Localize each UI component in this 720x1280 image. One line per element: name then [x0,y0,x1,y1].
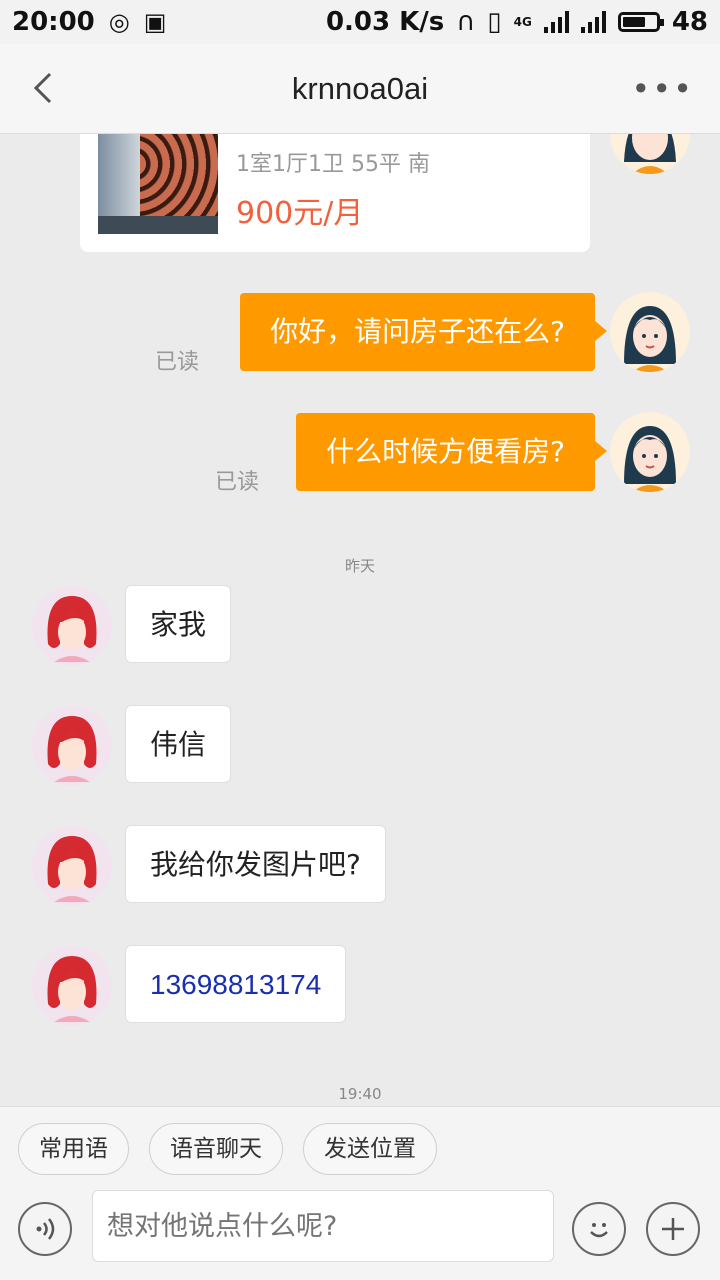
message-bubble-out[interactable]: 你好，请问房子还在么? [240,293,607,371]
headphones-icon: ∩ [456,7,476,37]
avatar-me[interactable] [610,292,690,372]
netease-icon: ◎ [108,8,130,36]
message-bubble-in[interactable]: 伟信 [125,705,232,783]
message-bubble-in[interactable]: 我给你发图片吧? [125,825,386,903]
avatar-other[interactable] [32,946,112,1026]
quick-phrases-button[interactable]: 常用语 [18,1122,129,1175]
send-location-button[interactable]: 发送位置 [303,1122,437,1175]
status-bar: 20:00 ◎ ▣ 0.03 K/s ∩ ▯ 4G 48 [0,0,720,44]
more-icon[interactable]: ••• [631,70,694,108]
chat-header: krnnoa0ai ••• [0,44,720,134]
chat-area[interactable]: 1室1厅1卫 55平 南 900元/月 已读 你好，请问房子还在么? 已读 什么… [0,134,720,1106]
vibrate-icon: ▯ [487,7,502,37]
emoji-icon[interactable] [572,1202,626,1256]
time-separator: 昨天 [344,557,375,575]
message-bubble-in[interactable]: 家我 [125,585,232,663]
avatar-me[interactable] [610,134,690,174]
quick-actions-bar: 常用语 语音聊天 发送位置 [0,1106,720,1190]
phone-number-link[interactable]: 13698813174 [125,945,347,1023]
signal-icon-2 [580,11,606,33]
image-notification-icon: ▣ [143,8,167,36]
message-bubble-out[interactable]: 什么时候方便看房? [296,413,607,491]
back-icon[interactable] [26,68,66,108]
input-bar [0,1190,720,1280]
battery-icon [617,12,664,32]
status-time: 20:00 [12,7,95,37]
listing-card[interactable]: 1室1厅1卫 55平 南 900元/月 [80,134,590,252]
message-input[interactable] [92,1190,554,1262]
signal-icon [543,11,569,33]
read-status: 已读 [155,350,200,375]
voice-input-icon[interactable] [18,1202,72,1256]
avatar-other[interactable] [32,586,112,666]
network-speed: 0.03 K/s [325,7,445,37]
plus-icon[interactable] [646,1202,700,1256]
avatar-me[interactable] [610,412,690,492]
avatar-other[interactable] [32,826,112,906]
voice-chat-button[interactable]: 语音聊天 [149,1122,283,1175]
chat-title: krnnoa0ai [291,70,429,106]
listing-meta: 1室1厅1卫 55平 南 [236,152,430,177]
listing-thumbnail [98,134,218,234]
battery-level: 48 [671,7,708,37]
read-status: 已读 [215,470,260,495]
listing-price: 900元/月 [236,196,364,231]
network-type: 4G [513,15,532,29]
avatar-other[interactable] [32,706,112,786]
time-separator: 19:40 [338,1085,382,1103]
